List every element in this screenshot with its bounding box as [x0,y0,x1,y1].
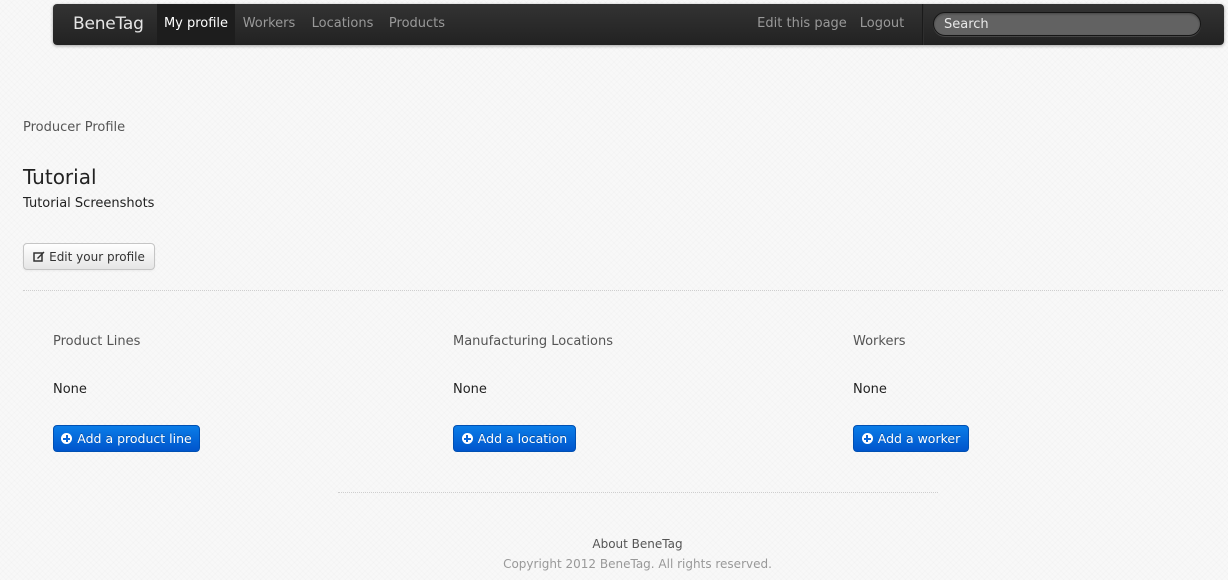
copyright-text: Copyright 2012 BeneTag. All rights reser… [503,557,772,571]
add-product-line-label: Add a product line [77,431,192,446]
top-navbar: BeneTag My profile Workers Locations Pro… [53,4,1224,45]
edit-icon [33,251,45,262]
about-link[interactable]: About BeneTag [0,537,1228,551]
edit-profile-label: Edit your profile [49,249,145,264]
workers-value: None [853,382,887,397]
page-title: Tutorial [23,165,97,189]
section-divider [23,290,1223,291]
add-worker-label: Add a worker [877,431,961,446]
footer-divider [338,492,938,493]
search-input[interactable] [933,12,1201,36]
nav-logout[interactable]: Logout [851,4,913,45]
product-lines-value: None [53,382,87,397]
section-label: Producer Profile [23,120,126,135]
manufacturing-locations-heading: Manufacturing Locations [453,334,614,349]
nav-locations[interactable]: Locations [304,4,381,45]
page-subtitle: Tutorial Screenshots [23,196,155,211]
nav-workers[interactable]: Workers [235,4,303,45]
plus-circle-icon [461,433,473,444]
nav-edit-this-page[interactable]: Edit this page [753,4,851,45]
add-location-button[interactable]: Add a location [453,425,576,452]
add-product-line-button[interactable]: Add a product line [53,425,200,452]
nav-divider [922,4,924,45]
plus-circle-icon [61,433,73,444]
brand-logo[interactable]: BeneTag [73,4,144,45]
edit-profile-button[interactable]: Edit your profile [23,243,155,270]
nav-my-profile[interactable]: My profile [157,4,235,45]
plus-circle-icon [861,433,873,444]
add-location-label: Add a location [477,431,568,446]
add-worker-button[interactable]: Add a worker [853,425,969,452]
manufacturing-locations-value: None [453,382,487,397]
workers-heading: Workers [853,334,906,349]
nav-products[interactable]: Products [381,4,453,45]
product-lines-heading: Product Lines [53,334,141,349]
